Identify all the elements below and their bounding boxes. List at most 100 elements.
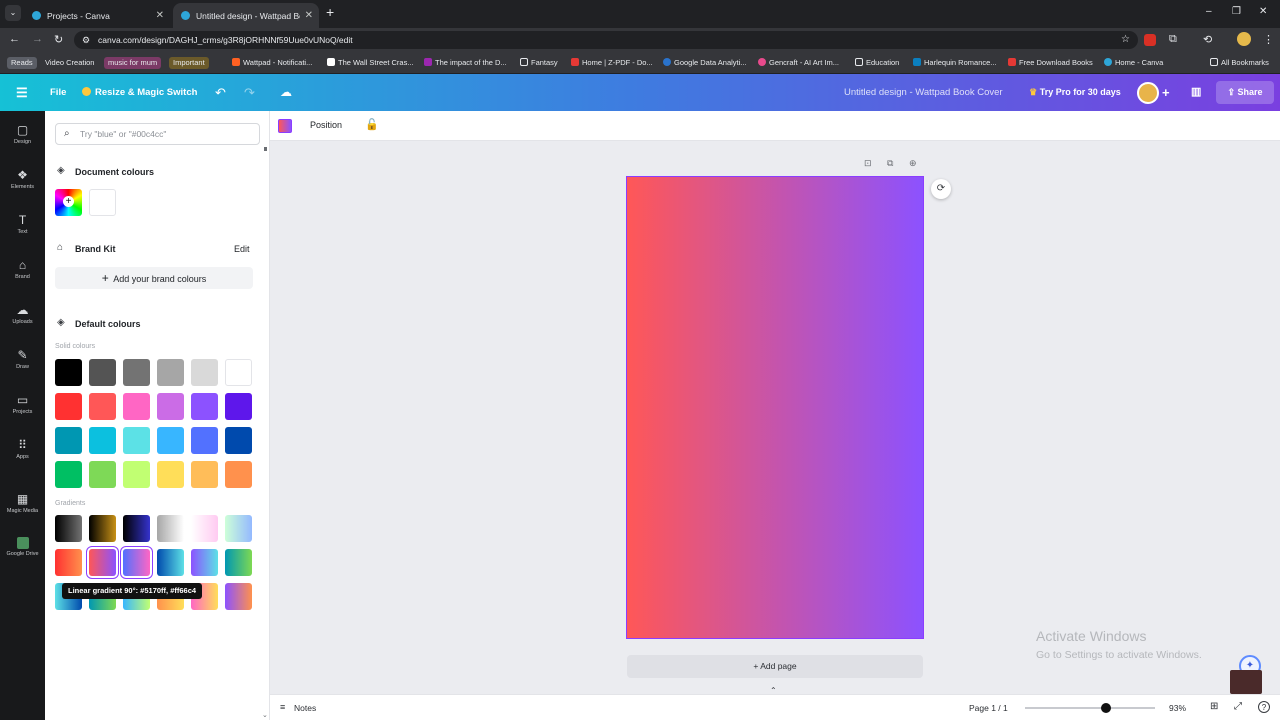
rail-brand[interactable]: ⌂ Brand [0, 258, 45, 280]
colour-swatch[interactable] [157, 393, 184, 420]
bookmark-google-data[interactable]: Google Data Analyti... [663, 57, 747, 69]
new-tab-button[interactable]: + [326, 4, 334, 20]
colour-swatch[interactable] [225, 549, 252, 576]
document-colour-swatch[interactable] [89, 189, 116, 216]
fullscreen-icon[interactable]: ⤢ [1234, 701, 1242, 712]
colour-swatch[interactable] [55, 393, 82, 420]
colour-swatch[interactable] [55, 515, 82, 542]
browser-menu-icon[interactable]: ⋮ [1263, 33, 1274, 46]
colour-search-input[interactable]: ⌕ Try "blue" or "#00c4cc" [55, 123, 260, 145]
bookmark-impact[interactable]: The impact of the D... [424, 57, 507, 69]
user-avatar[interactable] [1137, 82, 1159, 104]
colour-swatch[interactable] [55, 359, 82, 386]
lock-icon[interactable]: 🔓 [365, 118, 379, 131]
colour-swatch[interactable] [225, 583, 252, 610]
bookmark-harlequin[interactable]: Harlequin Romance... [913, 57, 997, 69]
close-tab-icon[interactable]: ✕ [156, 10, 164, 21]
main-menu-icon[interactable]: ☰ [16, 74, 28, 111]
colour-swatch[interactable] [123, 549, 150, 576]
panel-scrollbar[interactable] [264, 147, 267, 151]
colour-swatch[interactable] [123, 359, 150, 386]
bookmark-star-icon[interactable]: ☆ [1121, 31, 1130, 49]
colour-swatch[interactable] [157, 461, 184, 488]
rail-draw[interactable]: ✎ Draw [0, 348, 45, 370]
share-button[interactable]: ⇪ Share [1216, 81, 1274, 104]
notes-icon[interactable]: ≡ [280, 702, 285, 712]
bookmark-gencraft[interactable]: Gencraft - AI Art Im... [758, 57, 839, 69]
colour-picker-button[interactable] [278, 119, 292, 133]
analytics-icon[interactable]: ▥ [1191, 74, 1201, 111]
colour-swatch[interactable] [191, 359, 218, 386]
bookmark-free-books[interactable]: Free Download Books [1008, 57, 1093, 69]
colour-swatch[interactable] [191, 461, 218, 488]
refresh-icon[interactable]: ⟳ [931, 179, 951, 199]
tab-untitled-design[interactable]: Untitled design - Wattpad Book ✕ [173, 3, 319, 28]
colour-swatch[interactable] [89, 549, 116, 576]
colour-swatch[interactable] [191, 427, 218, 454]
colour-swatch[interactable] [89, 427, 116, 454]
help-icon[interactable]: ? [1258, 701, 1270, 713]
colour-swatch[interactable] [123, 461, 150, 488]
extensions-puzzle-icon[interactable]: ⧉ [1169, 33, 1177, 46]
rail-uploads[interactable]: ☁ Uploads [0, 303, 45, 325]
bookmark-music-for-mum[interactable]: music for mum [104, 57, 162, 69]
design-title[interactable]: Untitled design - Wattpad Book Cover [844, 74, 1003, 111]
redo-icon[interactable]: ↷ [244, 74, 255, 111]
page-lock-icon[interactable]: ⊡ [864, 158, 872, 169]
add-collaborator-icon[interactable]: + [1162, 74, 1170, 111]
bookmark-reads[interactable]: Reads [7, 57, 37, 69]
zoom-slider[interactable] [1025, 703, 1155, 713]
colour-swatch[interactable] [157, 515, 184, 542]
panel-resize-handle[interactable]: ⌄ [262, 711, 268, 719]
tab-search-button[interactable]: ⌄ [5, 5, 21, 21]
reload-icon[interactable]: ↻ [54, 33, 63, 46]
colour-swatch[interactable] [89, 393, 116, 420]
bookmark-home-canva[interactable]: Home - Canva [1104, 57, 1163, 69]
colour-swatch[interactable] [89, 461, 116, 488]
position-button[interactable]: Position [310, 120, 342, 130]
minimize-icon[interactable]: – [1206, 6, 1212, 17]
colour-swatch[interactable] [157, 427, 184, 454]
grid-view-icon[interactable]: ⊞ [1210, 701, 1218, 712]
colour-swatch[interactable] [123, 393, 150, 420]
rail-projects[interactable]: ▭ Projects [0, 393, 45, 415]
rail-magic-media[interactable]: ▦ Magic Media [0, 492, 45, 514]
colour-swatch[interactable] [191, 549, 218, 576]
colour-swatch[interactable] [89, 515, 116, 542]
forward-icon[interactable]: → [32, 33, 43, 45]
extension-red-icon[interactable] [1144, 34, 1156, 46]
history-icon[interactable]: ⟲ [1203, 33, 1212, 46]
site-info-icon[interactable]: ⚙ [82, 31, 90, 49]
page-indicator[interactable]: Page 1 / 1 [969, 703, 1008, 713]
try-pro-button[interactable]: ♛ Try Pro for 30 days [1021, 81, 1129, 104]
colour-swatch[interactable] [225, 427, 252, 454]
all-bookmarks[interactable]: All Bookmarks [1210, 57, 1269, 69]
rail-apps[interactable]: ⠿ Apps [0, 438, 45, 460]
back-icon[interactable]: ← [9, 33, 20, 45]
address-bar[interactable]: ⚙ canva.com/design/DAGHJ_crms/g3R8jORHNN… [74, 31, 1138, 49]
zoom-slider-thumb[interactable] [1100, 703, 1111, 713]
file-menu[interactable]: File [50, 74, 66, 111]
colour-swatch[interactable] [225, 461, 252, 488]
colour-swatch[interactable] [123, 515, 150, 542]
colour-swatch[interactable] [225, 393, 252, 420]
bookmark-fantasy[interactable]: Fantasy [520, 57, 558, 69]
colour-swatch[interactable] [191, 515, 218, 542]
design-page[interactable] [626, 176, 924, 639]
bookmark-education[interactable]: Education [855, 57, 899, 69]
colour-swatch[interactable] [191, 393, 218, 420]
colour-swatch[interactable] [55, 461, 82, 488]
add-brand-colours-button[interactable]: + Add your brand colours [55, 267, 253, 289]
zoom-value[interactable]: 93% [1169, 703, 1186, 713]
rail-google-drive[interactable]: Google Drive [0, 537, 45, 557]
colour-swatch[interactable] [89, 359, 116, 386]
colour-swatch[interactable] [123, 427, 150, 454]
resize-magic-switch-button[interactable]: Resize & Magic Switch [82, 74, 197, 111]
cloud-save-icon[interactable]: ☁ [280, 74, 292, 111]
profile-avatar[interactable] [1237, 32, 1251, 46]
undo-icon[interactable]: ↶ [215, 74, 226, 111]
bookmark-video-creation[interactable]: Video Creation [45, 57, 94, 69]
add-page-button[interactable]: + Add page [627, 655, 923, 678]
rail-elements[interactable]: ❖ Elements [0, 168, 45, 190]
rail-text[interactable]: T Text [0, 213, 45, 235]
